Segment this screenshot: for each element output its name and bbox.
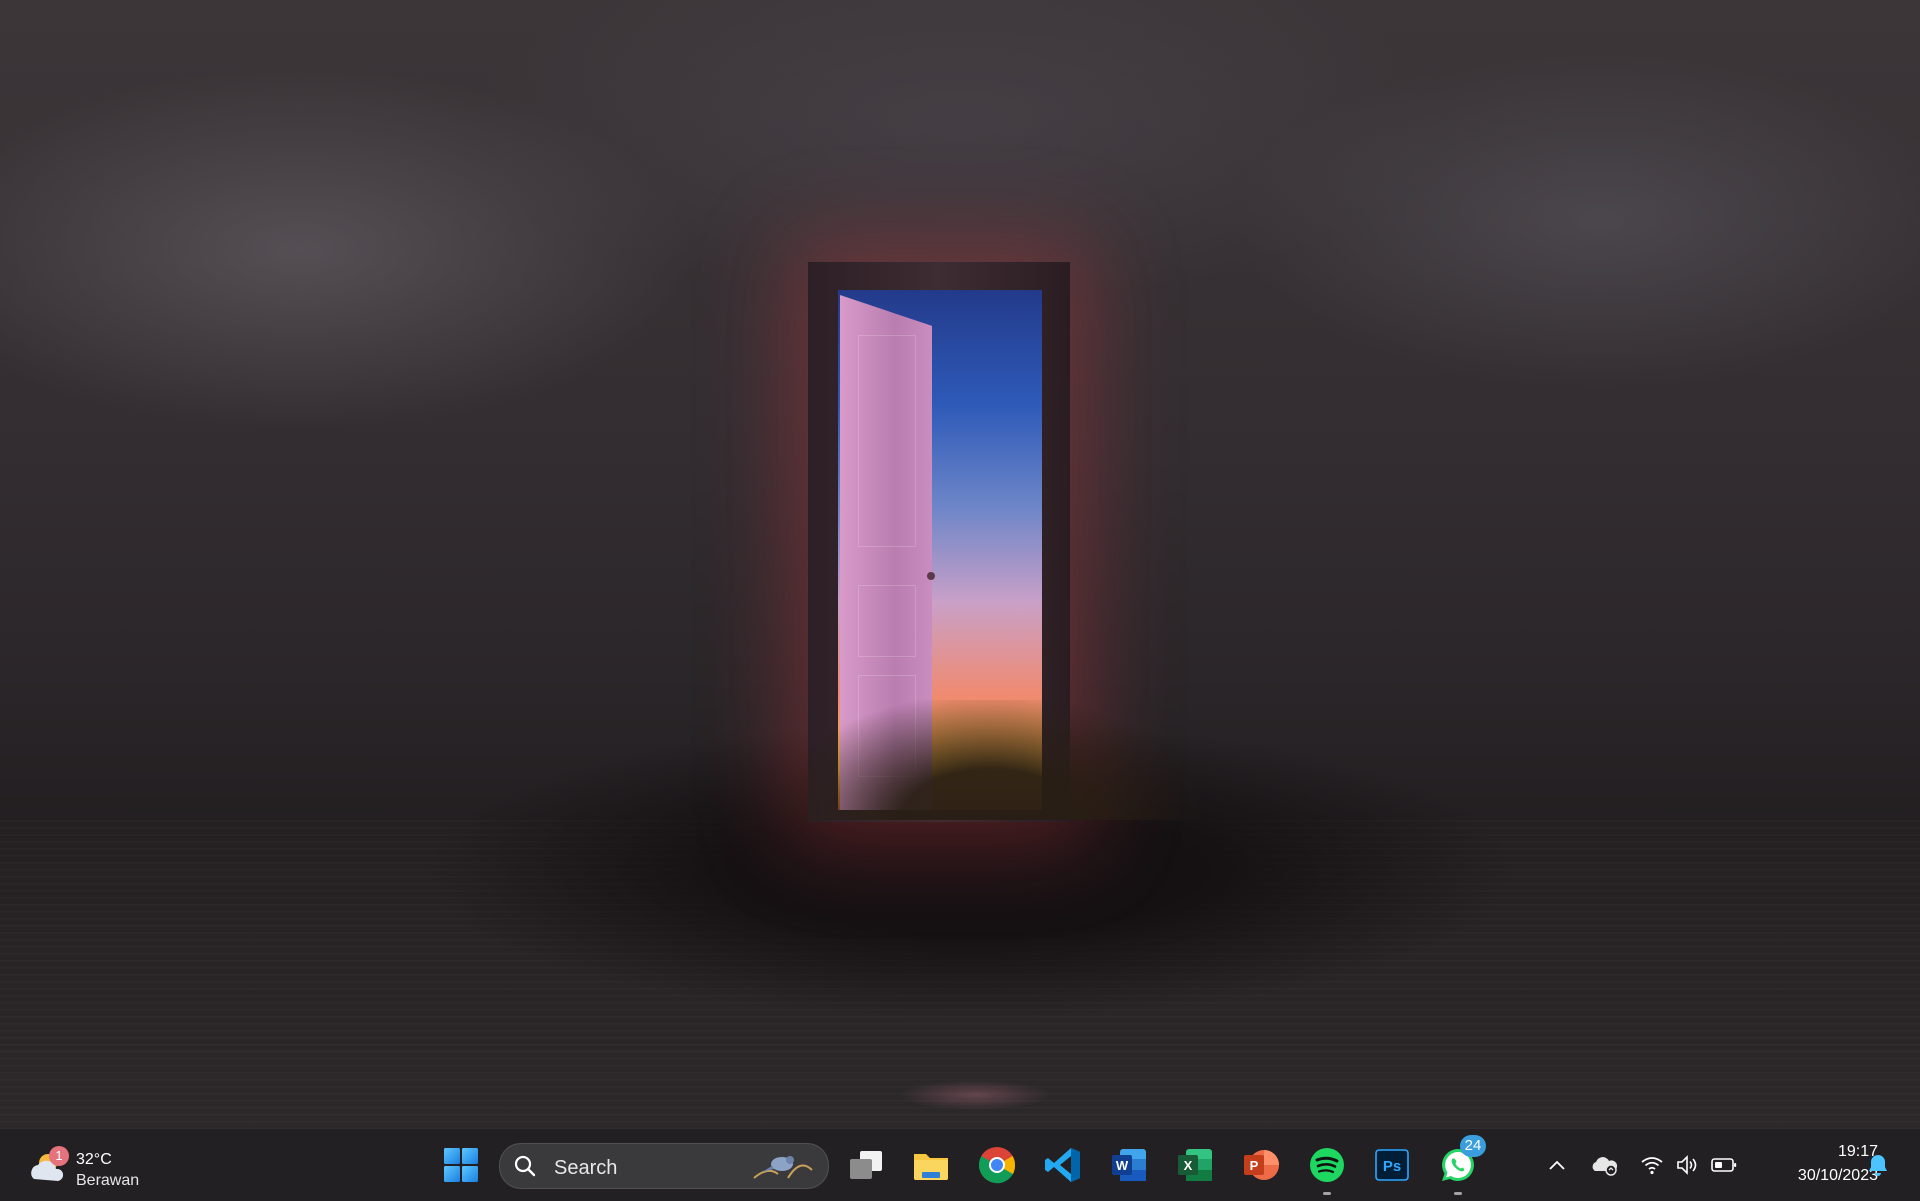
excel-icon: X	[1178, 1149, 1212, 1181]
powerpoint-glyph: P	[1250, 1158, 1259, 1173]
excel-glyph: X	[1184, 1158, 1193, 1173]
whatsapp-unread-badge: 24	[1460, 1135, 1486, 1157]
taskbar-app-word[interactable]: W	[1105, 1141, 1153, 1189]
clock-time: 19:17	[1837, 1143, 1878, 1160]
battery-button[interactable]	[1708, 1149, 1740, 1181]
onedrive-tray-button[interactable]	[1588, 1149, 1620, 1181]
taskbar-app-excel[interactable]: X	[1171, 1141, 1219, 1189]
chevron-up-icon	[1549, 1160, 1565, 1170]
door-inset	[858, 585, 916, 657]
bell-icon	[1869, 1155, 1887, 1176]
spotify-icon	[1310, 1148, 1344, 1182]
word-icon: W	[1112, 1149, 1146, 1181]
powerpoint-icon: P	[1244, 1150, 1279, 1180]
wallpaper-flowers	[780, 700, 1200, 820]
wallpaper-reflection	[900, 1080, 1050, 1110]
onedrive-icon	[1592, 1157, 1618, 1176]
taskbar-app-whatsapp[interactable]: 24	[1434, 1135, 1486, 1195]
taskbar: 1 32°C Berawan Search W X P Ps 24 19:17 …	[0, 1128, 1920, 1201]
photoshop-glyph: Ps	[1383, 1158, 1401, 1175]
taskbar-clock[interactable]: 19:17 30/10/2023	[1752, 1139, 1878, 1191]
taskbar-app-chrome[interactable]	[973, 1141, 1021, 1189]
task-view-button[interactable]	[842, 1141, 890, 1189]
taskbar-app-spotify[interactable]	[1303, 1141, 1351, 1195]
notifications-button[interactable]	[1862, 1149, 1894, 1181]
running-indicator	[1323, 1192, 1331, 1195]
taskbar-search-box[interactable]: Search	[499, 1143, 829, 1189]
desktop-wallpaper	[0, 0, 1920, 1128]
weather-notification-badge: 1	[49, 1146, 69, 1166]
start-button[interactable]	[437, 1141, 485, 1189]
volume-icon	[1677, 1155, 1697, 1175]
taskbar-app-vscode[interactable]	[1039, 1141, 1087, 1189]
task-view-icon	[850, 1151, 882, 1179]
wifi-icon	[1641, 1157, 1663, 1175]
door-inset	[858, 335, 916, 547]
chrome-icon	[978, 1147, 1016, 1184]
wallpaper-door-knob	[927, 572, 935, 580]
word-glyph: W	[1116, 1158, 1129, 1173]
battery-icon	[1711, 1158, 1737, 1172]
folder-icon	[914, 1154, 948, 1180]
weather-temperature: 32°C	[76, 1151, 112, 1168]
search-icon	[514, 1155, 536, 1177]
clock-date: 30/10/2023	[1797, 1167, 1878, 1184]
running-indicator	[1454, 1192, 1462, 1195]
weather-condition: Berawan	[76, 1172, 140, 1189]
volume-button[interactable]	[1672, 1149, 1704, 1181]
taskbar-app-file-explorer[interactable]	[907, 1141, 955, 1189]
show-hidden-icons-button[interactable]	[1541, 1149, 1573, 1181]
windows-start-icon	[444, 1148, 478, 1182]
search-highlight-bird-icon	[753, 1156, 813, 1179]
taskbar-app-powerpoint[interactable]: P	[1237, 1141, 1285, 1189]
taskbar-app-photoshop[interactable]: Ps	[1368, 1141, 1416, 1189]
weather-widget[interactable]: 1 32°C Berawan	[22, 1139, 162, 1191]
search-label: Search	[554, 1157, 618, 1179]
vscode-icon	[1045, 1148, 1080, 1182]
photoshop-icon: Ps	[1375, 1149, 1409, 1181]
network-button[interactable]	[1636, 1149, 1668, 1181]
